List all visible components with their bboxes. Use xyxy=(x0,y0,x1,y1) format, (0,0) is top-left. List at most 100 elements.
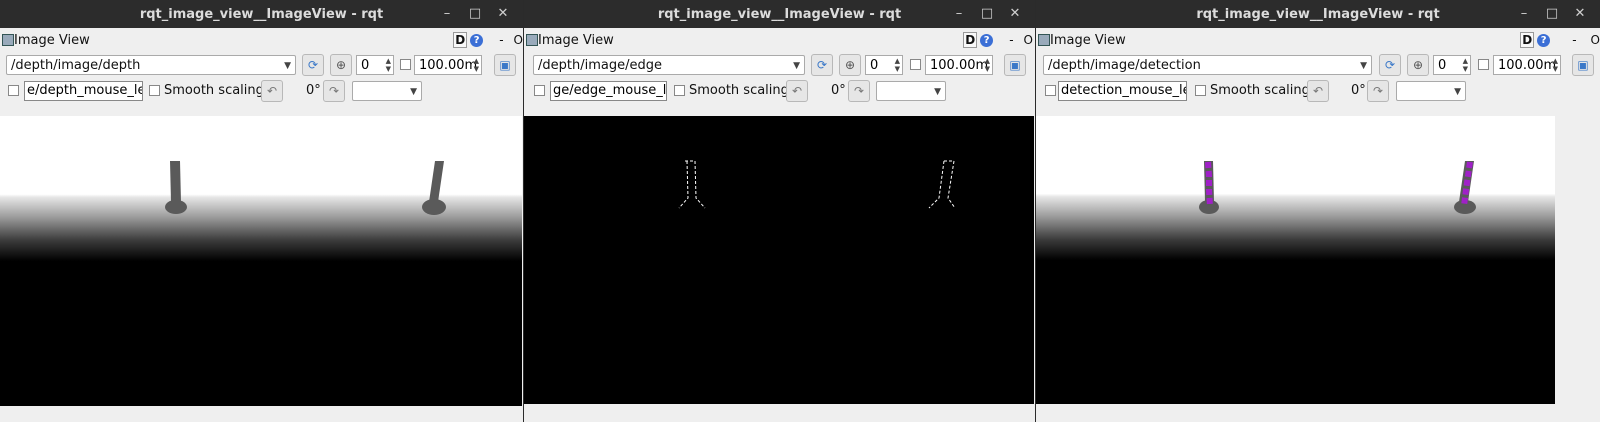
topic-combo[interactable]: /depth/image/edge ▼ xyxy=(533,55,805,75)
rotate-left-icon[interactable]: ↶ xyxy=(1307,80,1329,102)
title-bar[interactable]: rqt_image_view__ImageView - rqt – □ ✕ xyxy=(524,0,1035,28)
close-plugin-button[interactable]: O xyxy=(1024,33,1033,47)
rotate-left-icon[interactable]: ↶ xyxy=(786,80,808,102)
dock-button[interactable]: D xyxy=(453,32,468,48)
spin-arrows-icon[interactable]: ▲ ▼ xyxy=(985,57,990,73)
save-image-icon[interactable]: ▣ xyxy=(494,54,516,76)
zoom-value: 100.00m xyxy=(1498,58,1557,73)
minimize-button[interactable]: – xyxy=(433,4,461,24)
zoom-spinbox[interactable]: 100.00m ▲ ▼ xyxy=(925,55,993,75)
title-bar[interactable]: rqt_image_view__ImageView - rqt – □ ✕ xyxy=(0,0,523,28)
close-button[interactable]: ✕ xyxy=(1001,4,1029,24)
mouse-publish-checkbox[interactable] xyxy=(8,85,19,96)
title-bar[interactable]: rqt_image_view__ImageView - rqt – □ ✕ xyxy=(1036,0,1600,28)
image-display[interactable] xyxy=(1036,116,1555,404)
image-display[interactable] xyxy=(0,116,522,406)
toolbar-row-1: /depth/image/detection ▼ ⟳ ⊕ 0 ▲ ▼ 100.00… xyxy=(1036,54,1600,80)
zoom-icon[interactable]: ⊕ xyxy=(839,54,861,76)
rotate-right-icon[interactable]: ↷ xyxy=(1367,80,1389,102)
chevron-down-icon: ▼ xyxy=(284,61,291,71)
zoom-icon[interactable]: ⊕ xyxy=(330,54,352,76)
close-plugin-button[interactable]: O xyxy=(514,33,523,47)
spin-arrows-icon[interactable]: ▲ ▼ xyxy=(895,57,900,73)
topic-combo[interactable]: /depth/image/detection ▼ xyxy=(1043,55,1372,75)
plugin-header: Image View D ? - O xyxy=(1036,28,1600,54)
zoom-icon[interactable]: ⊕ xyxy=(1407,54,1429,76)
help-icon[interactable]: ? xyxy=(1537,33,1551,47)
save-image-icon[interactable]: ▣ xyxy=(1004,54,1026,76)
depth-background xyxy=(0,116,522,406)
mouse-publish-checkbox[interactable] xyxy=(1045,85,1056,96)
minimize-plugin-button[interactable]: - xyxy=(1009,33,1013,47)
smooth-scaling-checkbox[interactable] xyxy=(674,85,685,96)
save-image-icon[interactable]: ▣ xyxy=(1572,54,1594,76)
close-button[interactable]: ✕ xyxy=(1566,4,1594,24)
spin-arrows-icon[interactable]: ▲ ▼ xyxy=(1463,57,1468,73)
pole-base-right xyxy=(422,199,446,215)
window-edge: rqt_image_view__ImageView - rqt – □ ✕ Im… xyxy=(524,0,1035,422)
maximize-button[interactable]: □ xyxy=(973,4,1001,24)
spin-arrows-icon[interactable]: ▲ ▼ xyxy=(1553,57,1558,73)
rotation-label: 0° xyxy=(1351,83,1366,98)
chevron-down-icon: ▼ xyxy=(1454,87,1461,97)
detection-background xyxy=(1036,116,1555,404)
topic-combo[interactable]: /depth/image/depth ▼ xyxy=(6,55,296,75)
mouse-topic-input[interactable]: detection_mouse_left xyxy=(1058,81,1187,101)
minimize-button[interactable]: – xyxy=(945,4,973,24)
spin-arrows-icon[interactable]: ▲ ▼ xyxy=(474,57,479,73)
refresh-icon[interactable]: ⟳ xyxy=(302,54,324,76)
spin-value: 0 xyxy=(1438,58,1447,73)
minimize-plugin-button[interactable]: - xyxy=(499,33,503,47)
maximize-button[interactable]: □ xyxy=(461,4,489,24)
mouse-topic-input[interactable]: e/depth_mouse_left xyxy=(24,81,143,101)
number-spinbox[interactable]: 0 ▲ ▼ xyxy=(1433,55,1471,75)
dock-button[interactable]: D xyxy=(963,32,978,48)
smooth-scaling-checkbox[interactable] xyxy=(149,85,160,96)
mouse-publish-checkbox[interactable] xyxy=(534,85,545,96)
plugin-icon xyxy=(2,34,14,46)
refresh-icon[interactable]: ⟳ xyxy=(1379,54,1401,76)
image-display[interactable] xyxy=(524,116,1034,404)
zoom-spinbox[interactable]: 100.00m ▲ ▼ xyxy=(1493,55,1561,75)
spin-value: 0 xyxy=(361,58,370,73)
maximize-button[interactable]: □ xyxy=(1538,4,1566,24)
spin-arrows-icon[interactable]: ▲ ▼ xyxy=(386,57,391,73)
help-icon[interactable]: ? xyxy=(980,33,994,47)
toolbar-row-2: e/depth_mouse_left Smooth scaling ↶ 0° ↷… xyxy=(0,80,523,106)
zoom-checkbox[interactable] xyxy=(910,59,921,70)
minimize-button[interactable]: – xyxy=(1510,4,1538,24)
color-scheme-combo[interactable]: ▼ xyxy=(352,81,422,101)
zoom-checkbox[interactable] xyxy=(400,59,411,70)
edge-image xyxy=(524,116,1034,404)
zoom-checkbox[interactable] xyxy=(1478,59,1489,70)
number-spinbox[interactable]: 0 ▲ ▼ xyxy=(356,55,394,75)
pole-left xyxy=(170,161,181,202)
window-detection: rqt_image_view__ImageView - rqt – □ ✕ Im… xyxy=(1036,0,1600,422)
minimize-plugin-button[interactable]: - xyxy=(1572,33,1576,47)
rotation-label: 0° xyxy=(831,83,846,98)
number-spinbox[interactable]: 0 ▲ ▼ xyxy=(865,55,903,75)
dock-button[interactable]: D xyxy=(1520,32,1535,48)
color-scheme-combo[interactable]: ▼ xyxy=(876,81,946,101)
topic-value: /depth/image/depth xyxy=(11,58,141,73)
close-plugin-button[interactable]: O xyxy=(1591,33,1600,47)
plugin-name: Image View xyxy=(1050,33,1126,48)
rotate-right-icon[interactable]: ↷ xyxy=(848,80,870,102)
plugin-name: Image View xyxy=(538,33,614,48)
topic-value: /depth/image/edge xyxy=(538,58,662,73)
mouse-topic-input[interactable]: ge/edge_mouse_left xyxy=(550,81,667,101)
chevron-down-icon: ▼ xyxy=(1360,61,1367,71)
color-scheme-combo[interactable]: ▼ xyxy=(1396,81,1466,101)
refresh-icon[interactable]: ⟳ xyxy=(811,54,833,76)
smooth-scaling-label: Smooth scaling xyxy=(164,83,264,98)
smooth-scaling-checkbox[interactable] xyxy=(1195,85,1206,96)
help-icon[interactable]: ? xyxy=(470,33,484,47)
rotate-right-icon[interactable]: ↷ xyxy=(323,80,345,102)
toolbar-row-2: detection_mouse_left Smooth scaling ↶ 0°… xyxy=(1036,80,1600,106)
zoom-value: 100.00m xyxy=(419,58,478,73)
topic-value: /depth/image/detection xyxy=(1048,58,1201,73)
plugin-name: Image View xyxy=(14,33,90,48)
close-button[interactable]: ✕ xyxy=(489,4,517,24)
rotate-left-icon[interactable]: ↶ xyxy=(261,80,283,102)
zoom-spinbox[interactable]: 100.00m ▲ ▼ xyxy=(414,55,482,75)
